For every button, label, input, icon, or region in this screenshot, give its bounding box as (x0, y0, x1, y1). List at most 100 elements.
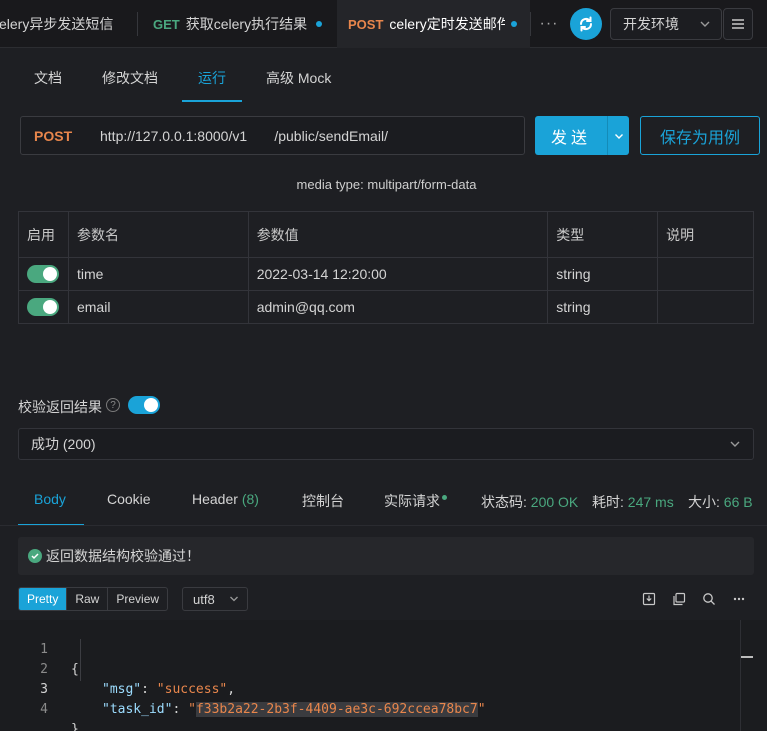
more-horizontal-icon (733, 597, 745, 601)
sync-icon (579, 16, 593, 32)
json-key: "task_id" (102, 702, 173, 717)
subtab-advanced-mock[interactable]: 高级 Mock (266, 58, 331, 98)
tab-cookie[interactable]: Cookie (107, 491, 151, 507)
download-button[interactable] (640, 590, 658, 608)
url-bar[interactable]: POST http://127.0.0.1:8000/v1 /public/se… (20, 116, 525, 155)
tab-title: celery异步发送短信 (0, 16, 114, 32)
param-enable-toggle[interactable] (27, 265, 59, 284)
expected-status-select[interactable]: 成功 (200) (18, 428, 754, 460)
request-method[interactable]: POST (34, 128, 100, 144)
response-size-value: 66 B (723, 494, 753, 510)
toggle-switch[interactable] (128, 396, 160, 415)
tab-title: celery定时发送邮件 (389, 16, 506, 32)
table-row: time 2022-03-14 12:20:00 string (18, 257, 754, 291)
tab-method: POST (348, 16, 384, 32)
validate-response-toggle[interactable] (128, 396, 160, 415)
table-row: email admin@qq.com string (18, 290, 754, 324)
unsaved-dot-icon (316, 21, 322, 27)
param-name-cell[interactable]: email (67, 290, 249, 324)
vertical-scrollbar[interactable] (740, 620, 741, 731)
line-number: 4 (40, 702, 48, 717)
code-line: 3 "task_id": "f33b2a22-2b3f-4409-ae3c-69… (0, 660, 740, 717)
request-tab-sms[interactable]: celery异步发送短信 (0, 0, 137, 48)
status-dot-icon (442, 495, 447, 500)
chevron-down-icon (230, 596, 238, 602)
table-header-row: 启用 参数名 参数值 类型 说明 (18, 211, 754, 258)
environment-select[interactable]: 开发环境 (610, 8, 722, 40)
code-line: 2 "msg": "success", (0, 640, 740, 697)
code-line: 1 { (0, 620, 740, 677)
tab-actual-request[interactable]: 实际请求 (384, 491, 447, 511)
json-quote: " (188, 702, 196, 717)
unsaved-dot-icon (511, 21, 517, 27)
tab-actual-request-label: 实际请求 (384, 493, 440, 509)
indent-guide (80, 639, 81, 681)
format-pretty-button[interactable]: Pretty (19, 588, 67, 610)
elapsed-time-stat: 耗时: 247 ms (592, 492, 674, 512)
request-url-input[interactable]: http://127.0.0.1:8000/v1 /public/sendEma… (100, 128, 388, 144)
response-body-viewer[interactable]: 1 { 2 "msg": "success", 3 "task_id": "f3… (0, 620, 767, 731)
search-icon (703, 593, 715, 605)
active-subtab-indicator (182, 100, 242, 102)
request-tab-get-result[interactable]: GET 获取celery执行结果 (138, 0, 336, 48)
header-param-value: 参数值 (247, 211, 549, 258)
encoding-value: utf8 (193, 591, 215, 607)
scrollbar-thumb[interactable] (741, 656, 753, 658)
json-string-highlighted: f33b2a22-2b3f-4409-ae3c-692ccea78bc7 (195, 702, 478, 717)
elapsed-time-label: 耗时: (592, 494, 624, 510)
sync-button[interactable] (570, 8, 602, 40)
request-tab-post-email[interactable]: POST celery定时发送邮件 (337, 0, 530, 48)
header-param-name: 参数名 (67, 211, 249, 258)
send-options-button[interactable] (608, 131, 629, 141)
validate-response-label: 校验返回结果 (18, 399, 102, 415)
param-value-cell[interactable]: 2022-03-14 12:20:00 (247, 257, 549, 291)
tab-header[interactable]: Header (8) (192, 491, 259, 507)
param-desc-cell[interactable] (657, 257, 754, 291)
param-value-cell[interactable]: admin@qq.com (247, 290, 549, 324)
response-size-stat: 大小: 66 B (688, 492, 753, 512)
status-code-stat: 状态码: 200 OK (481, 492, 578, 512)
header-count-badge: (8) (241, 491, 259, 507)
more-options-button[interactable] (730, 590, 748, 608)
param-type-cell[interactable]: string (547, 290, 659, 324)
header-type: 类型 (547, 211, 659, 258)
status-code-value: 200 OK (530, 494, 579, 510)
format-preview-button[interactable]: Preview (107, 588, 167, 610)
environment-value: 开发环境 (623, 16, 679, 32)
param-type-cell[interactable]: string (547, 257, 659, 291)
subtab-docs[interactable]: 文档 (34, 58, 62, 98)
subtab-run[interactable]: 运行 (198, 58, 226, 98)
tab-console[interactable]: 控制台 (302, 491, 344, 511)
tab-method: GET (153, 16, 180, 32)
chevron-down-icon (614, 133, 623, 139)
save-as-case-button[interactable]: 保存为用例 (640, 116, 760, 155)
hamburger-icon (732, 19, 744, 29)
chevron-down-icon (700, 21, 710, 27)
copy-icon (673, 592, 686, 606)
json-quote: " (477, 702, 486, 717)
download-icon (642, 592, 656, 606)
media-type-label: media type: multipart/form-data (296, 177, 477, 192)
param-enable-toggle[interactable] (27, 298, 59, 317)
code-text: "task_id": "f33b2a22-2b3f-4409-ae3c-692c… (102, 700, 486, 720)
response-size-label: 大小: (688, 494, 720, 510)
param-desc-cell[interactable] (657, 290, 754, 324)
header-description: 说明 (657, 211, 754, 258)
format-raw-button[interactable]: Raw (66, 588, 107, 610)
search-button[interactable] (700, 590, 718, 608)
chevron-down-icon (730, 441, 740, 447)
menu-button[interactable] (723, 8, 753, 40)
encoding-select[interactable]: utf8 (182, 587, 248, 611)
tab-body[interactable]: Body (34, 491, 66, 507)
tab-title: 获取celery执行结果 (185, 16, 308, 32)
check-circle-icon (28, 549, 42, 563)
param-name-cell[interactable]: time (67, 257, 249, 291)
params-table: 启用 参数名 参数值 类型 说明 time 2022-03-14 12:20:0… (18, 211, 754, 324)
code-text: } (71, 722, 79, 731)
tab-header-label: Header (192, 491, 238, 507)
send-button[interactable]: 发送 (535, 116, 629, 155)
help-icon[interactable]: ? (106, 398, 120, 412)
more-tabs-button[interactable]: ··· (532, 10, 566, 38)
copy-button[interactable] (670, 590, 688, 608)
subtab-edit-docs[interactable]: 修改文档 (102, 58, 158, 98)
